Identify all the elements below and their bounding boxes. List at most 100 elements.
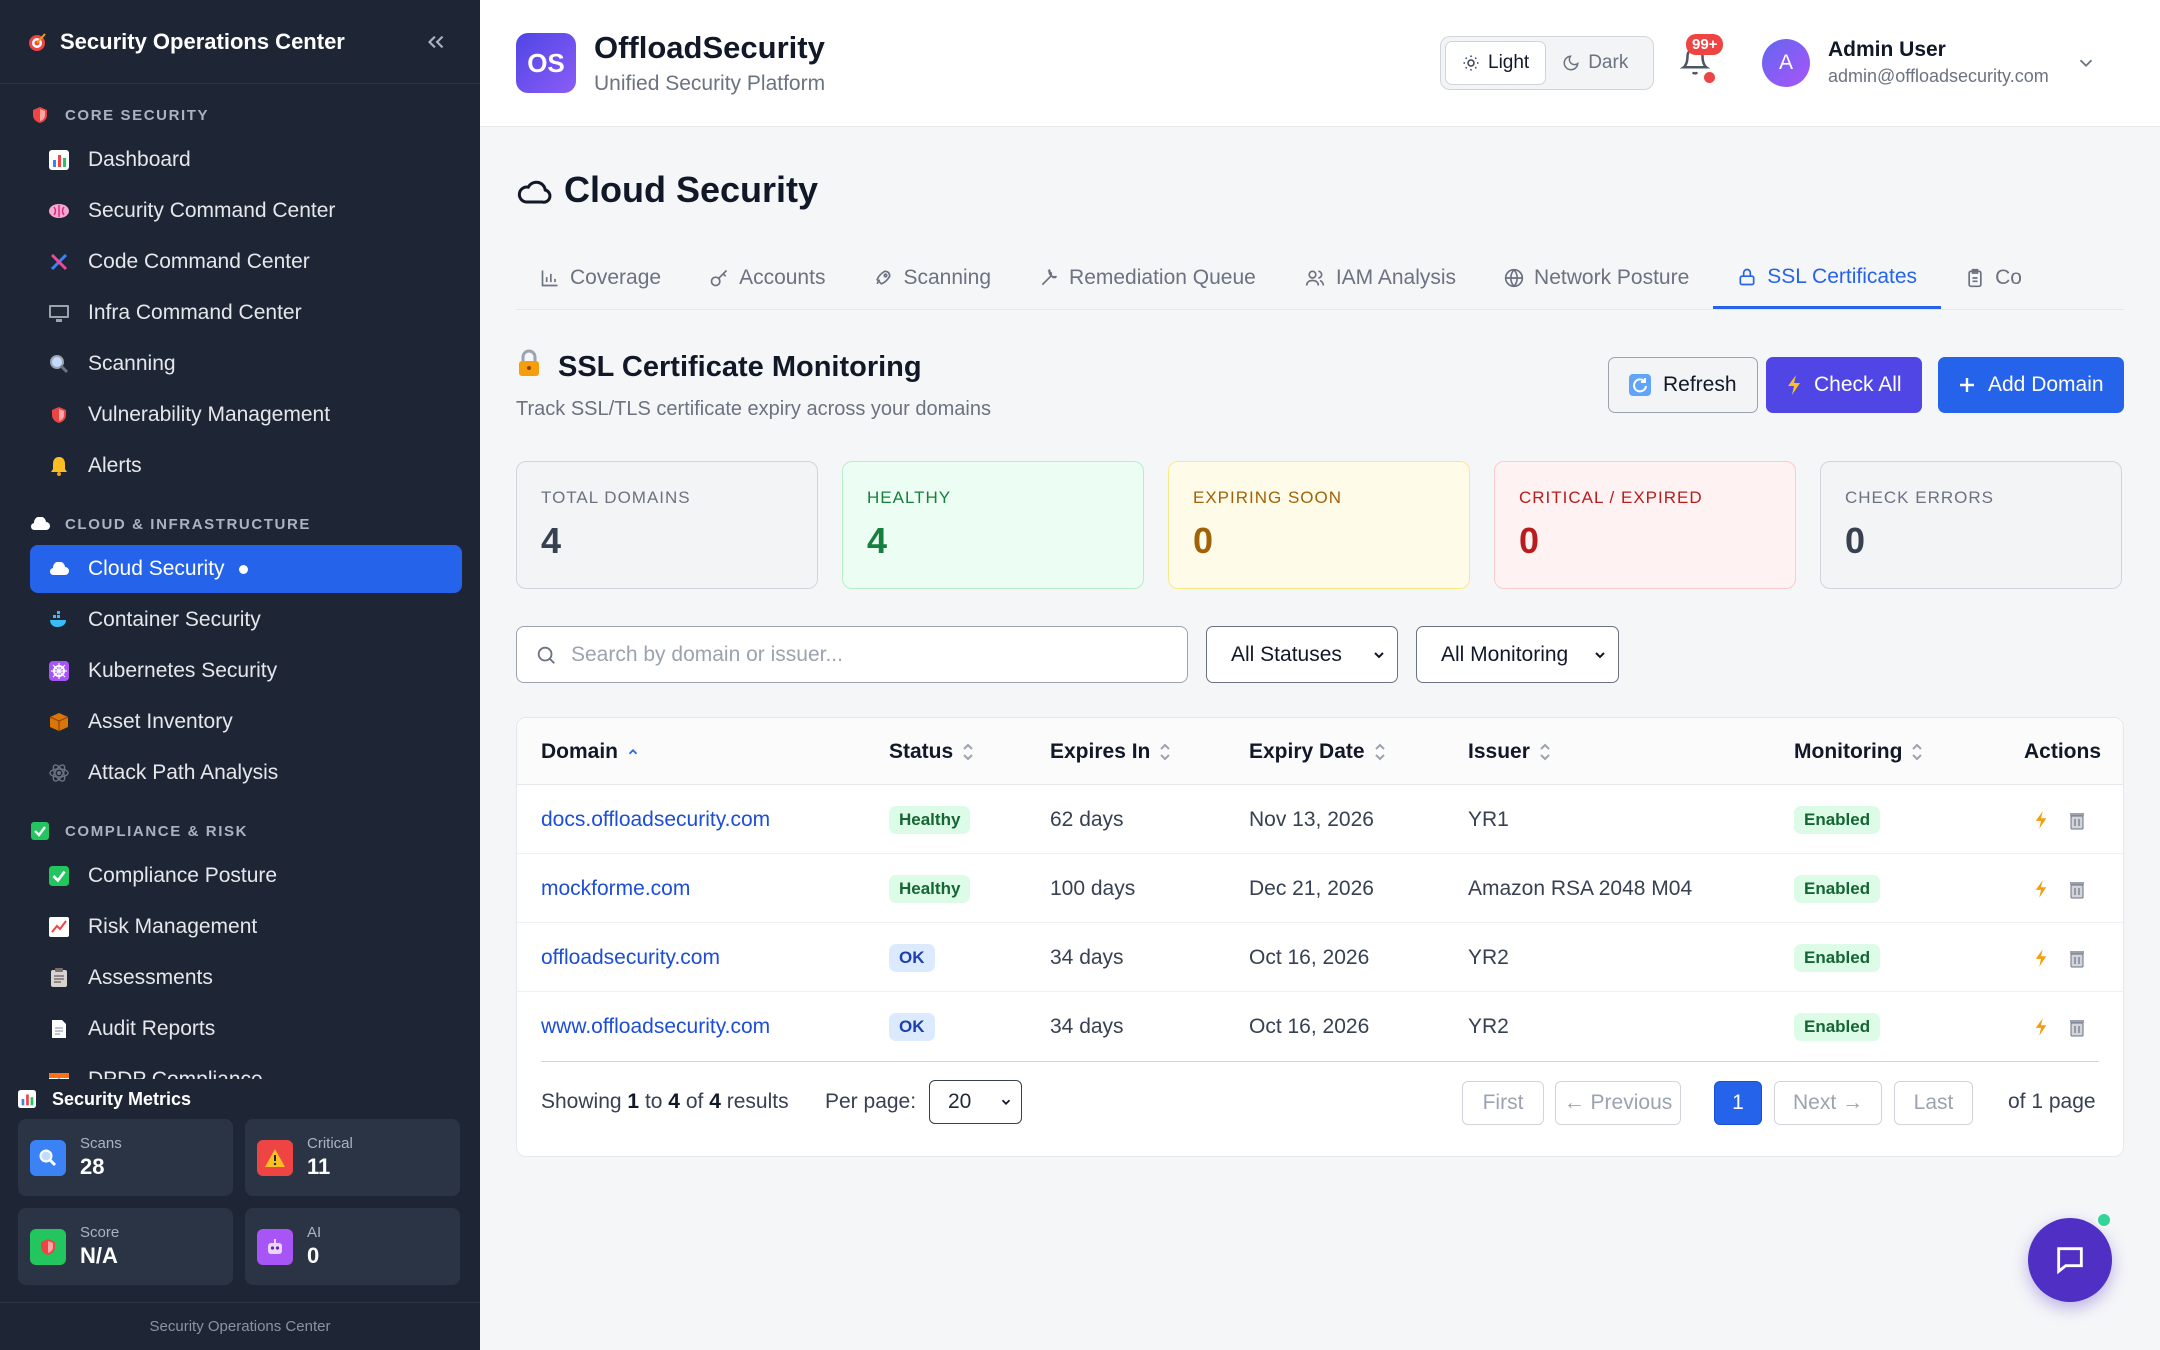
column-monitoring[interactable]: Monitoring [1794, 718, 1924, 785]
sidebar-item-security-command-center[interactable]: Security Command Center [30, 187, 462, 235]
flag-icon [48, 1069, 70, 1079]
tab-ssl-certificates[interactable]: SSL Certificates [1713, 247, 1942, 309]
sidebar-item-asset-inventory[interactable]: Asset Inventory [30, 698, 462, 746]
sidebar-item-compliance-posture[interactable]: Compliance Posture [30, 852, 462, 900]
sidebar-item-attack-path-analysis[interactable]: Attack Path Analysis [30, 749, 462, 797]
search-box [516, 626, 1188, 683]
cloud-icon [30, 514, 50, 534]
tab-accounts[interactable]: Accounts [685, 247, 849, 309]
metric-value: 11 [307, 1154, 331, 1179]
user-menu[interactable]: A Admin User admin@offloadsecurity.com [1762, 38, 2097, 87]
domain-link[interactable]: offloadsecurity.com [541, 923, 720, 992]
theme-light-button[interactable]: Light [1445, 41, 1547, 85]
tab-label: Scanning [903, 266, 992, 289]
domain-link[interactable]: mockforme.com [541, 854, 690, 923]
brand-name: OffloadSecurity [594, 30, 825, 65]
clipboard-icon [48, 967, 70, 989]
pagination-divider [541, 1061, 2099, 1062]
check-now-button[interactable] [2029, 877, 2053, 901]
section-label: COMPLIANCE & RISK [65, 822, 249, 840]
search-input[interactable] [571, 642, 1171, 667]
column-domain[interactable]: Domain [541, 718, 640, 785]
add-domain-button[interactable]: Add Domain [1938, 357, 2124, 413]
metric-critical[interactable]: Critical 11 [245, 1119, 460, 1196]
monitoring-filter-value: All Monitoring [1441, 642, 1569, 666]
delete-button[interactable] [2065, 808, 2089, 832]
per-page-select[interactable]: 20 [929, 1080, 1022, 1124]
section-cloud-infrastructure: CLOUD & INFRASTRUCTURE [30, 493, 462, 545]
delete-button[interactable] [2065, 946, 2089, 970]
document-icon [48, 1018, 70, 1040]
expires-in: 34 days [1050, 945, 1124, 969]
sidebar-item-code-command-center[interactable]: Code Command Center [30, 238, 462, 286]
sidebar-item-label: Audit Reports [88, 1017, 216, 1040]
delete-button[interactable] [2065, 1015, 2089, 1039]
users-icon [1305, 270, 1324, 286]
tab-scanning[interactable]: Scanning [849, 247, 1015, 309]
collapse-sidebar-button[interactable] [416, 22, 456, 62]
check-now-button[interactable] [2029, 946, 2053, 970]
sidebar-item-risk-management[interactable]: Risk Management [30, 903, 462, 951]
metric-scans[interactable]: Scans 28 [18, 1119, 233, 1196]
sidebar-item-dpdp-compliance[interactable]: DPDP Compliance [30, 1056, 462, 1079]
monitoring-filter-select[interactable]: All Monitoring [1416, 626, 1619, 683]
column-label: Status [889, 739, 954, 763]
check-now-button[interactable] [2029, 808, 2053, 832]
tab-compliance[interactable]: Co [1941, 247, 2046, 309]
topbar: OS OffloadSecurity Unified Security Plat… [480, 0, 2160, 127]
showing-prefix: Showing [541, 1090, 622, 1113]
column-expires-in[interactable]: Expires In [1050, 718, 1172, 785]
last-page-button[interactable]: Last [1894, 1081, 1973, 1125]
sidebar-item-label: Infra Command Center [88, 301, 302, 324]
tab-network-posture[interactable]: Network Posture [1480, 247, 1713, 309]
sidebar-item-vulnerability-management[interactable]: Vulnerability Management [30, 391, 462, 439]
domain-link[interactable]: docs.offloadsecurity.com [541, 785, 770, 854]
lightning-icon [2035, 810, 2047, 829]
previous-page-button[interactable]: ← Previous [1555, 1081, 1681, 1125]
chat-assistant-button[interactable] [2028, 1212, 2112, 1302]
sidebar-item-label: Vulnerability Management [88, 403, 331, 426]
column-expiry-date[interactable]: Expiry Date [1249, 718, 1387, 785]
avatar: A [1762, 38, 1810, 87]
tab-remediation-queue[interactable]: Remediation Queue [1015, 247, 1280, 309]
expires-in: 100 days [1050, 876, 1136, 900]
chat-icon [2057, 1247, 2083, 1275]
notifications-button[interactable]: 99+ [1679, 34, 1724, 83]
sidebar-item-scanning[interactable]: Scanning [30, 340, 462, 388]
sidebar-item-container-security[interactable]: Container Security [30, 596, 462, 644]
column-issuer[interactable]: Issuer [1468, 718, 1552, 785]
refresh-button[interactable]: Refresh [1608, 357, 1758, 413]
column-status[interactable]: Status [889, 718, 975, 785]
sidebar-item-label: Compliance Posture [88, 864, 278, 887]
section-label: CLOUD & INFRASTRUCTURE [65, 515, 312, 533]
metric-score[interactable]: Score N/A [18, 1208, 233, 1285]
tab-coverage[interactable]: Coverage [516, 247, 685, 309]
sidebar-item-audit-reports[interactable]: Audit Reports [30, 1005, 462, 1053]
theme-dark-button[interactable]: Dark [1546, 41, 1644, 85]
sidebar-item-cloud-security[interactable]: Cloud Security [30, 545, 462, 593]
delete-button[interactable] [2065, 877, 2089, 901]
first-page-button[interactable]: First [1462, 1081, 1544, 1125]
sidebar-item-alerts[interactable]: Alerts [30, 442, 462, 490]
sidebar-nav[interactable]: CORE SECURITY Dashboard Security Command… [0, 84, 480, 1079]
expiry-date: Oct 16, 2026 [1249, 945, 1370, 969]
table-row: docs.offloadsecurity.com Healthy 62 days… [517, 785, 2123, 854]
sidebar-item-dashboard[interactable]: Dashboard [30, 136, 462, 184]
metric-ai[interactable]: AI 0 [245, 1208, 460, 1285]
check-all-label: Check All [1814, 373, 1902, 396]
tab-label: Remediation Queue [1069, 266, 1256, 289]
issuer: YR1 [1468, 807, 1509, 831]
page-1-button[interactable]: 1 [1714, 1081, 1762, 1125]
status-filter-select[interactable]: All Statuses [1206, 626, 1398, 683]
check-now-button[interactable] [2029, 1015, 2053, 1039]
table-header: Domain Status Expires In Expiry Date Iss… [517, 718, 2123, 785]
per-page-label: Per page: [825, 1090, 917, 1113]
metric-value: N/A [80, 1243, 118, 1268]
tab-iam-analysis[interactable]: IAM Analysis [1280, 247, 1480, 309]
sidebar-item-infra-command-center[interactable]: Infra Command Center [30, 289, 462, 337]
sidebar-item-kubernetes-security[interactable]: Kubernetes Security [30, 647, 462, 695]
sidebar-item-assessments[interactable]: Assessments [30, 954, 462, 1002]
next-page-button[interactable]: Next → [1774, 1081, 1882, 1125]
domain-link[interactable]: www.offloadsecurity.com [541, 992, 770, 1061]
check-all-button[interactable]: Check All [1766, 357, 1922, 413]
